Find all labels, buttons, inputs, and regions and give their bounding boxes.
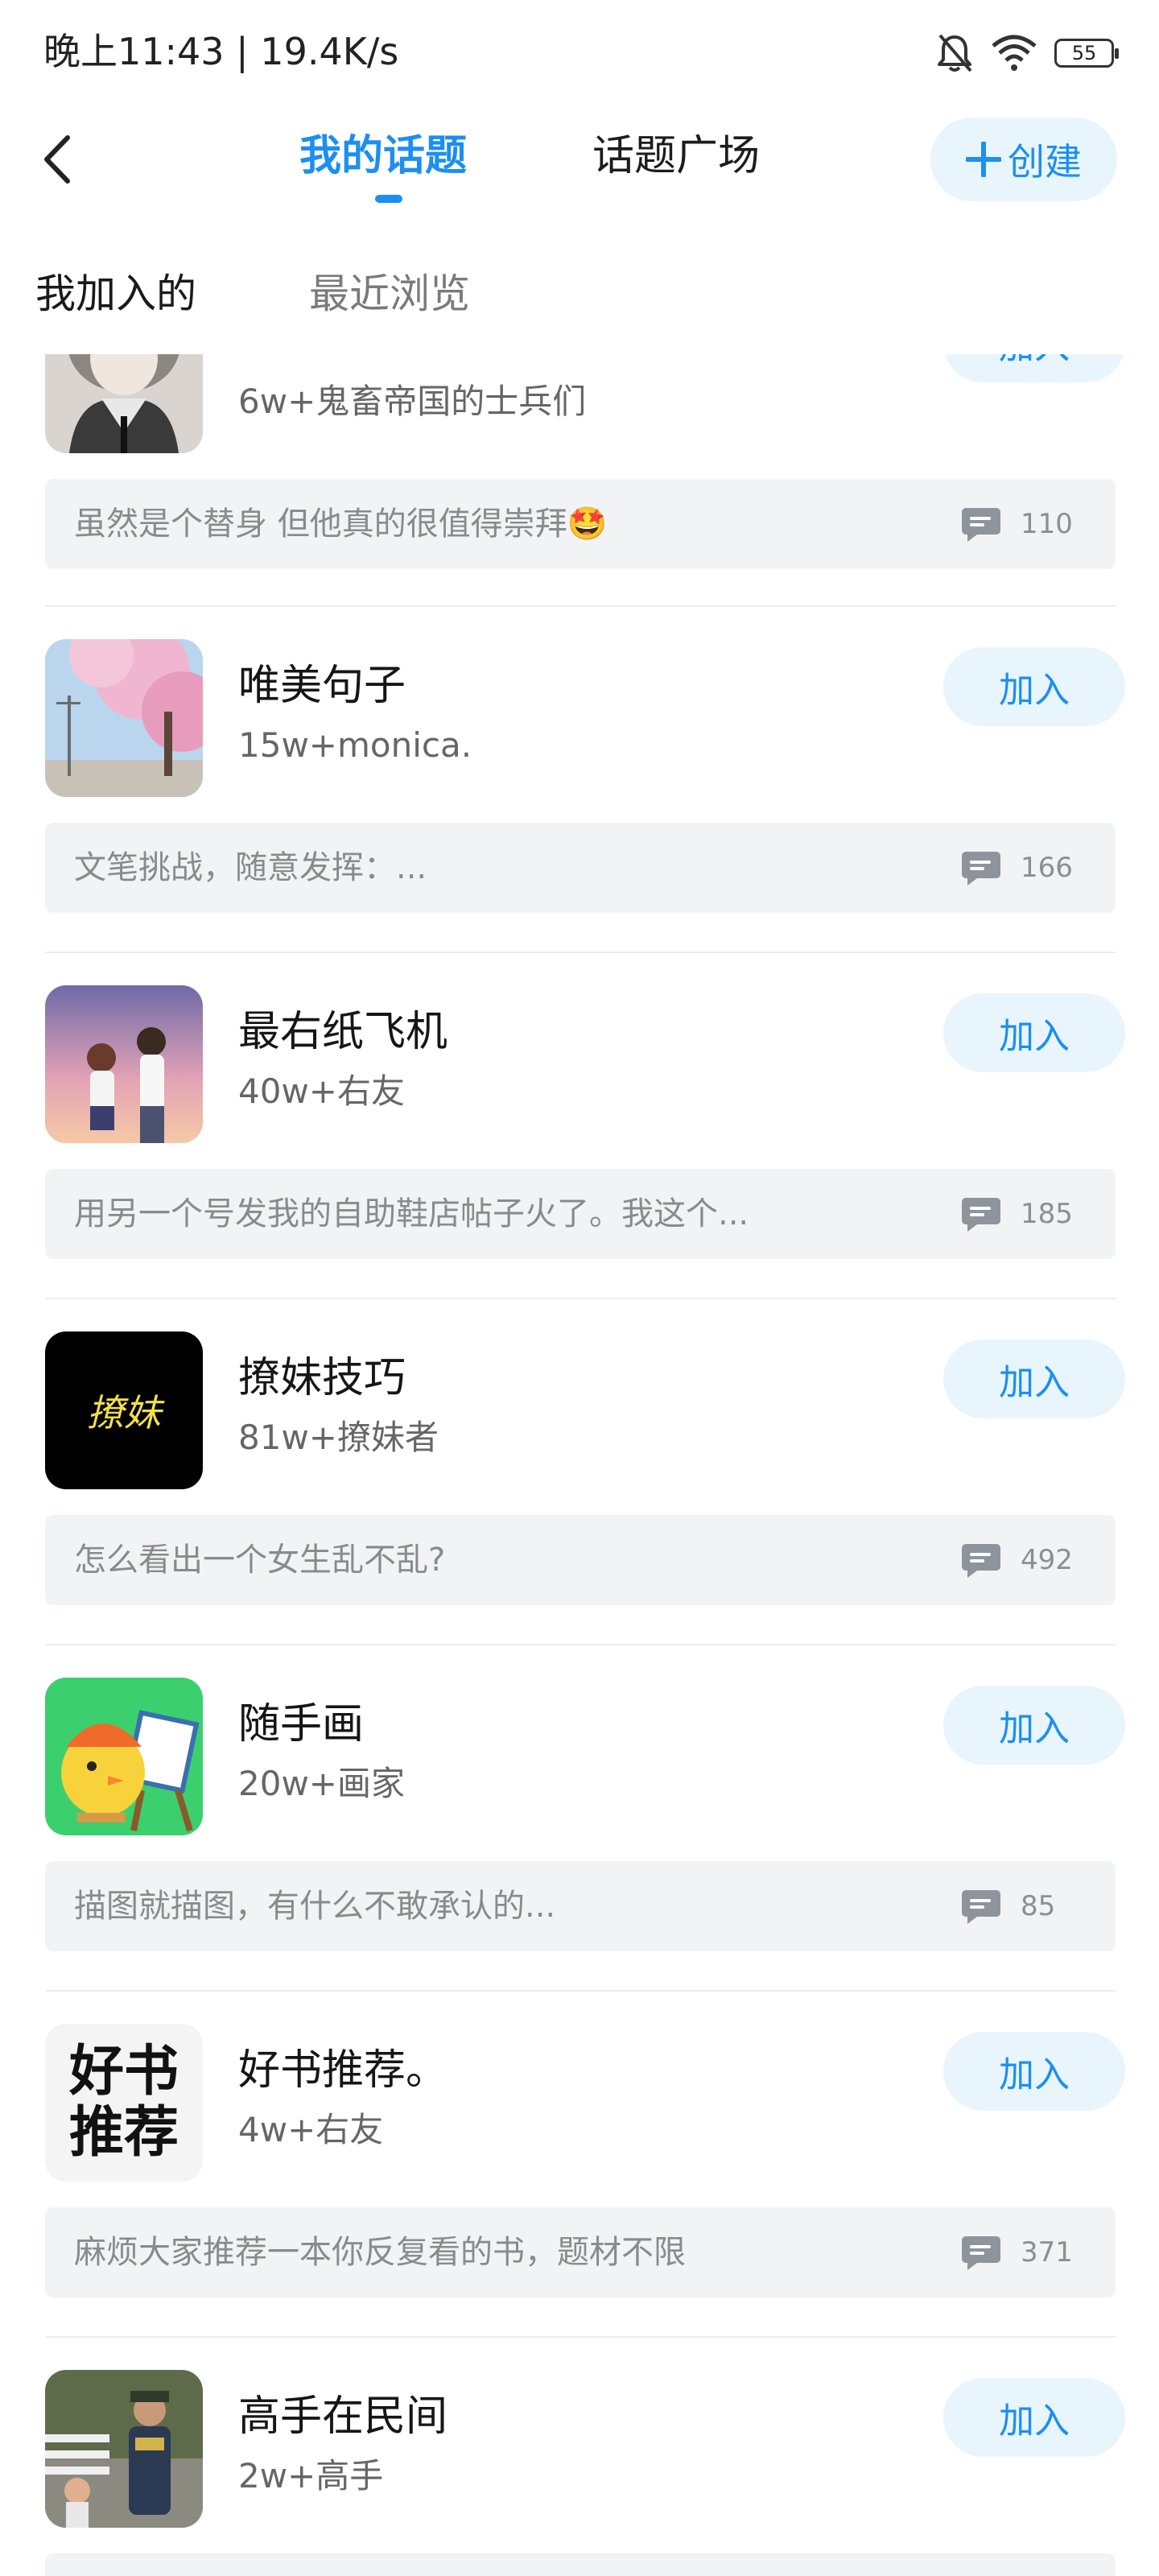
topic-item[interactable]: 随手画 20w+画家 加入 描图就描图，有什么不敢承认的... 85 — [0, 1644, 1159, 1990]
comment-count: 371 — [1021, 2236, 1073, 2268]
status-time: 晚上11:43 | 19.4K/s — [43, 30, 399, 73]
topic-avatar — [45, 2370, 203, 2528]
topic-latest-post[interactable]: 用另一个号发我的自助鞋店帖子火了。我这个... 185 — [45, 1169, 1116, 1259]
topic-title: 好书推荐。 — [238, 2046, 448, 2095]
subtab-recent[interactable]: 最近浏览 — [309, 266, 470, 322]
topic-subtitle: 20w+画家 — [238, 1764, 405, 1803]
comment-icon — [962, 1544, 1000, 1578]
post-text: 麻烦大家推荐一本你反复看的书，题材不限 — [74, 2234, 686, 2271]
topic-title: 最右纸飞机 — [238, 1008, 448, 1056]
topic-title: 撩妹技巧 — [238, 1354, 406, 1402]
divider — [45, 1644, 1116, 1645]
divider — [45, 952, 1116, 953]
join-button[interactable]: 加入 — [943, 1340, 1125, 1418]
topic-latest-post[interactable]: 描图就描图，有什么不敢承认的... 85 — [45, 1861, 1116, 1951]
join-button[interactable]: 加入 — [943, 647, 1125, 726]
status-icons: 55 — [935, 31, 1119, 76]
comment-icon — [962, 1198, 1000, 1232]
divider — [45, 1298, 1116, 1299]
join-button[interactable]: 加入 — [943, 2378, 1125, 2457]
tab-my-topics[interactable]: 我的话题 — [299, 126, 467, 187]
divider — [45, 605, 1116, 607]
comment-count: 492 — [1021, 1544, 1073, 1576]
comment-icon — [962, 2236, 1000, 2270]
subtab-joined[interactable]: 我加入的 — [35, 266, 196, 322]
join-button[interactable]: 加入 — [943, 1686, 1125, 1765]
comment-count: 166 — [1021, 852, 1073, 884]
create-button[interactable]: 创建 — [930, 118, 1117, 201]
topic-title: 高手在民间 — [238, 2392, 448, 2441]
post-text: 文笔挑战，随意发挥：... — [74, 849, 427, 886]
tab-topic-square[interactable]: 话题广场 — [592, 126, 760, 187]
topic-item[interactable]: 高手在民间 2w+高手 加入 — [0, 2336, 1159, 2576]
comment-count: 110 — [1021, 508, 1073, 540]
comment-icon — [962, 852, 1000, 886]
avatar-logo-text: 好书 — [68, 2040, 179, 2103]
plus-icon — [966, 142, 1001, 177]
topic-title: 随手画 — [238, 1700, 365, 1748]
topic-latest-post[interactable]: 文笔挑战，随意发挥：... 166 — [45, 823, 1116, 913]
topic-item[interactable]: 最右纸飞机 40w+右友 加入 用另一个号发我的自助鞋店帖子火了。我这个... … — [0, 952, 1159, 1298]
topic-avatar — [45, 639, 203, 797]
topic-subtitle: 15w+monica. — [238, 725, 472, 765]
topic-subtitle: 4w+右友 — [238, 2110, 384, 2149]
topic-subtitle: 81w+撩妹者 — [238, 1418, 439, 1457]
comment-icon — [962, 508, 1000, 542]
topic-item[interactable]: 撩妹 撩妹技巧 81w+撩妹者 加入 怎么看出一个女生乱不乱? 492 — [0, 1298, 1159, 1644]
wifi-icon — [992, 35, 1037, 71]
post-text: 用另一个号发我的自助鞋店帖子火了。我这个... — [74, 1195, 749, 1232]
bell-muted-icon — [938, 34, 972, 72]
post-text: 怎么看出一个女生乱不乱? — [74, 1542, 446, 1579]
topic-latest-post[interactable]: 虽然是个替身 但他真的很值得崇拜🤩 110 — [45, 479, 1116, 569]
topic-latest-post[interactable]: 怎么看出一个女生乱不乱? 492 — [45, 1515, 1116, 1605]
topic-item[interactable]: 唯美句子 15w+monica. 加入 文笔挑战，随意发挥：... 166 — [0, 605, 1159, 952]
topic-avatar — [45, 1678, 203, 1835]
join-button[interactable]: 加入 — [943, 993, 1125, 1072]
post-text: 虽然是个替身 但他真的很值得崇拜🤩 — [74, 506, 608, 543]
battery-icon: 55 — [1054, 39, 1119, 68]
topic-subtitle: 2w+高手 — [238, 2456, 384, 2496]
topic-item[interactable]: 好书 推荐 好书推荐。 4w+右友 加入 麻烦大家推荐一本你反复看的书，题材不限… — [0, 1990, 1159, 2336]
comment-count: 85 — [1021, 1890, 1056, 1922]
topic-latest-post[interactable]: 麻烦大家推荐一本你反复看的书，题材不限 371 — [45, 2207, 1116, 2297]
chevron-left-icon — [44, 135, 70, 184]
topic-subtitle: 40w+右友 — [238, 1071, 405, 1111]
comment-icon — [962, 1890, 1000, 1924]
active-tab-indicator — [375, 195, 402, 203]
avatar-logo-text: 撩妹 — [87, 1391, 161, 1435]
sub-tabs: 我加入的 最近浏览 — [0, 217, 1159, 354]
topic-avatar: 好书 推荐 — [45, 2024, 203, 2182]
divider — [45, 1990, 1116, 1992]
topic-avatar: 撩妹 — [45, 1331, 203, 1489]
topic-subtitle: 6w+鬼畜帝国的士兵们 — [238, 382, 587, 421]
join-button[interactable]: 加入 — [943, 2032, 1125, 2111]
status-bar: 晚上11:43 | 19.4K/s 55 — [0, 0, 1159, 105]
topic-avatar — [45, 985, 203, 1143]
topic-title: 唯美句子 — [238, 662, 406, 710]
nav-header: 我的话题 话题广场 创建 — [0, 105, 1159, 217]
comment-count: 185 — [1021, 1198, 1073, 1230]
create-label: 创建 — [1008, 140, 1082, 184]
topic-latest-post[interactable] — [45, 2553, 1116, 2576]
post-text: 描图就描图，有什么不敢承认的... — [74, 1888, 556, 1925]
battery-level: 55 — [1071, 42, 1097, 64]
back-button[interactable] — [31, 129, 82, 190]
divider — [45, 2336, 1116, 2338]
avatar-logo-text: 推荐 — [68, 2101, 179, 2165]
